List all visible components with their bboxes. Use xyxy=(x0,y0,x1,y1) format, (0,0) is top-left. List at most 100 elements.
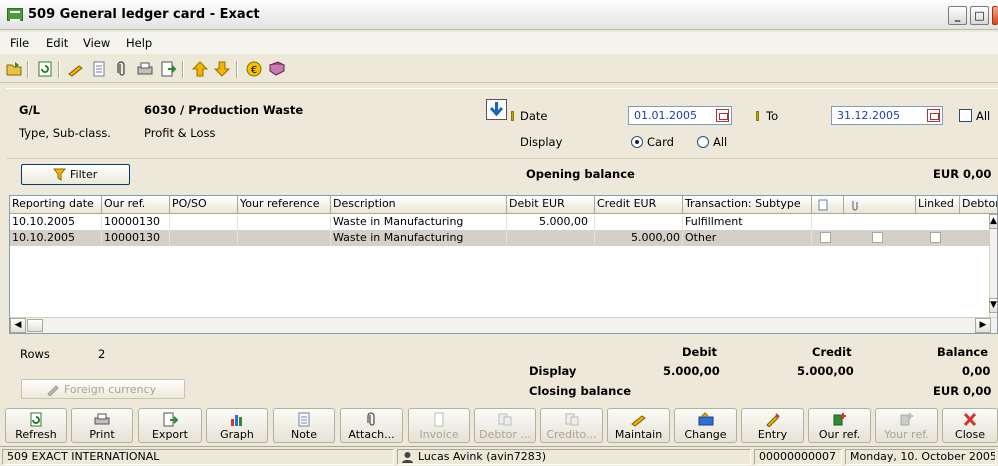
status-company: 509 EXACT INTERNATIONAL xyxy=(2,449,394,465)
display-card-radio[interactable] xyxy=(631,136,643,148)
creditor-button[interactable]: Credito... xyxy=(540,408,603,443)
toolbar: € xyxy=(0,56,998,83)
all-checkbox[interactable] xyxy=(959,109,972,122)
column-note[interactable] xyxy=(812,196,844,214)
maintain-button[interactable]: Maintain xyxy=(607,408,670,443)
column-debit-eur[interactable]: Debit EUR xyxy=(507,196,595,214)
debtor-button[interactable]: Debtor ... xyxy=(474,408,536,443)
menu-view[interactable]: View xyxy=(83,36,110,50)
display-label: Display xyxy=(520,135,563,149)
type-value: Profit & Loss xyxy=(144,126,216,140)
table-row[interactable]: 10.10.2005 10000130 Waste in Manufacturi… xyxy=(10,214,991,230)
column-transaction-subtype[interactable]: Transaction: Subtype xyxy=(683,196,812,214)
print-button[interactable]: Print xyxy=(71,408,133,443)
close-button[interactable]: Close xyxy=(942,408,998,443)
cell-transaction-subtype: Other xyxy=(683,230,812,246)
opening-balance-value: EUR 0,00 xyxy=(933,167,992,181)
filter-bar: Filter Opening balance EUR 0,00 xyxy=(6,158,998,188)
graph-icon xyxy=(231,415,242,426)
column-our-ref[interactable]: Our ref. xyxy=(102,196,170,214)
scroll-right-button[interactable]: ▶ xyxy=(975,318,991,333)
column-linked[interactable]: Linked xyxy=(916,196,960,214)
required-marker xyxy=(511,111,514,121)
refresh-label: Refresh xyxy=(15,428,57,441)
menu-file[interactable]: File xyxy=(10,36,29,50)
display-all-radio[interactable] xyxy=(697,136,709,148)
horizontal-scrollbar[interactable]: ◀ ▶ xyxy=(10,317,997,333)
column-credit-eur[interactable]: Credit EUR xyxy=(595,196,683,214)
column-attachment[interactable] xyxy=(844,196,916,214)
vertical-scrollbar[interactable]: ▲ ▼ xyxy=(989,214,997,318)
display-balance-total: 0,00 xyxy=(962,364,991,378)
change-button[interactable]: Change xyxy=(674,408,737,443)
arrow-up-icon[interactable] xyxy=(191,60,209,78)
attach-button[interactable]: Attach... xyxy=(340,408,403,443)
scroll-thumb[interactable] xyxy=(27,319,43,332)
note-icon xyxy=(818,199,828,211)
menu-help[interactable]: Help xyxy=(126,36,152,50)
column-debtor[interactable]: Debtor xyxy=(960,196,997,214)
creditor-icon xyxy=(565,413,578,426)
minimize-button[interactable]: _ xyxy=(948,6,967,25)
column-reporting-date[interactable]: Reporting date xyxy=(10,196,102,214)
refresh-icon xyxy=(30,412,42,427)
cell-debit: 5.000,00 xyxy=(507,214,595,230)
open-folder-icon[interactable] xyxy=(5,60,23,78)
date-to-field[interactable]: 31.12.2005 xyxy=(831,106,943,125)
close-x-icon xyxy=(963,412,977,427)
linked-checkbox[interactable] xyxy=(930,232,941,243)
closing-balance-label: Closing balance xyxy=(529,384,631,398)
calendar-icon[interactable] xyxy=(716,109,729,122)
graph-button[interactable]: Graph xyxy=(206,408,268,443)
download-arrow-icon[interactable] xyxy=(486,99,507,120)
export-icon xyxy=(163,412,178,427)
debtor-icon xyxy=(498,413,512,426)
column-po-so[interactable]: PO/SO xyxy=(170,196,238,214)
note-checkbox[interactable] xyxy=(820,232,831,243)
invoice-button[interactable]: Invoice xyxy=(408,408,470,443)
paperclip-icon[interactable] xyxy=(113,60,131,78)
cell-your-reference xyxy=(238,214,331,230)
column-your-reference[interactable]: Your reference xyxy=(238,196,331,214)
our-ref-button[interactable]: Our ref. xyxy=(808,408,871,443)
maximize-button[interactable]: □ xyxy=(970,6,989,25)
scroll-up-button[interactable]: ▲ xyxy=(989,214,997,229)
book-icon[interactable] xyxy=(268,60,286,78)
foreign-currency-button[interactable]: Foreign currency xyxy=(21,379,185,399)
export-icon[interactable] xyxy=(159,60,177,78)
refresh-button[interactable]: Refresh xyxy=(5,408,67,443)
column-description[interactable]: Description xyxy=(331,196,507,214)
refresh-icon[interactable] xyxy=(36,60,54,78)
pencil-icon[interactable] xyxy=(67,60,85,78)
printer-icon[interactable] xyxy=(136,60,154,78)
table-row[interactable]: 10.10.2005 10000130 Waste in Manufacturi… xyxy=(10,230,991,246)
entry-button[interactable]: Entry xyxy=(741,408,804,443)
our-ref-icon xyxy=(833,413,846,426)
currency-icon xyxy=(47,385,59,396)
filter-button[interactable]: Filter xyxy=(21,164,130,185)
scroll-left-button[interactable]: ◀ xyxy=(10,318,26,333)
export-button[interactable]: Export xyxy=(138,408,202,443)
scroll-down-button[interactable]: ▼ xyxy=(989,298,997,313)
cell-your-reference xyxy=(238,230,331,246)
your-ref-label: Your ref. xyxy=(884,428,929,441)
transactions-grid[interactable]: Reporting date Our ref. PO/SO Your refer… xyxy=(9,195,998,334)
all-label: All xyxy=(976,109,991,123)
display-credit-total: 5.000,00 xyxy=(797,364,854,378)
your-ref-button[interactable]: Your ref. xyxy=(875,408,938,443)
arrow-down-icon[interactable] xyxy=(213,60,231,78)
funnel-icon xyxy=(53,168,66,181)
euro-icon[interactable]: € xyxy=(245,60,263,78)
note-button[interactable]: Note xyxy=(273,408,335,443)
to-label: To xyxy=(766,109,779,123)
date-from-field[interactable]: 01.01.2005 xyxy=(628,106,732,125)
your-ref-icon xyxy=(900,413,913,426)
calendar-icon[interactable] xyxy=(927,109,940,122)
status-date: Monday, 10. October 2005 xyxy=(845,449,996,465)
cell-our-ref: 10000130 xyxy=(102,214,170,230)
attachment-checkbox[interactable] xyxy=(872,232,883,243)
menu-edit[interactable]: Edit xyxy=(46,36,68,50)
close-window-button[interactable] xyxy=(992,6,998,25)
note-icon[interactable] xyxy=(90,60,108,78)
change-icon xyxy=(698,412,713,426)
